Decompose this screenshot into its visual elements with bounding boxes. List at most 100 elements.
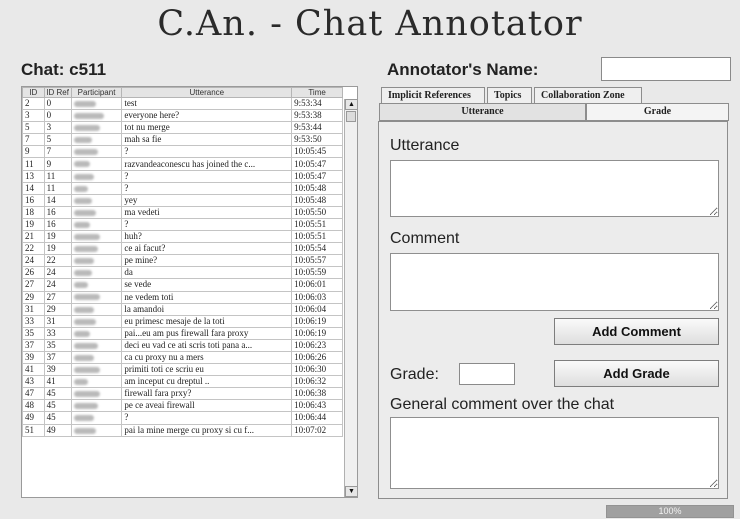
- participant-name-redacted: [73, 427, 96, 434]
- app-title: C.An. - Chat Annotator: [157, 4, 583, 44]
- chat-rows: 2 0 test 9:53:34 3 0 everyone here? 9:53:38 5 3 to…: [22, 96, 343, 437]
- cell-participant: [70, 169, 123, 183]
- cell-id: 14: [22, 181, 45, 195]
- cell-utterance: primiti toti ce scriu eu: [121, 363, 293, 377]
- column-header-utterance[interactable]: Utterance: [121, 87, 293, 98]
- annotation-panel: Utterance Comment Add Comment Grade: Add…: [378, 121, 728, 499]
- table-row[interactable]: 51 49 pai la mine merge cu proxy si cu f..…: [22, 423, 343, 437]
- cell-id: 21: [22, 230, 45, 244]
- chat-grid[interactable]: ID ID Ref Participant Utterance Time 20 t…: [21, 86, 358, 498]
- participant-name-redacted: [73, 367, 100, 374]
- scroll-down-arrow-icon[interactable]: ▼: [345, 486, 357, 497]
- table-row[interactable]: 29 27 ne vedem toti 10:06:03: [22, 290, 343, 304]
- cell-time: 9:53:50: [291, 133, 343, 147]
- cell-id: 39: [22, 350, 45, 365]
- table-row[interactable]: 11 9 razvandeaconescu has joined the c... 1…: [22, 157, 343, 171]
- cell-participant: [70, 145, 123, 159]
- table-row[interactable]: 16 14 yey 10:05:48: [22, 193, 343, 207]
- cell-time: 10:06:01: [291, 278, 343, 292]
- cell-participant: [70, 230, 123, 244]
- participant-name-redacted: [73, 221, 90, 228]
- table-row[interactable]: 31 29 la amandoi 10:06:04: [22, 302, 343, 316]
- cell-utterance: da: [121, 266, 293, 280]
- table-row[interactable]: 48 45 pe ce aveai firewall 10:06:43: [22, 399, 343, 413]
- add-comment-button[interactable]: Add Comment: [554, 318, 719, 345]
- cell-id: 19: [22, 217, 45, 232]
- cell-id-ref: 24: [43, 266, 72, 280]
- participant-name-redacted: [73, 173, 94, 180]
- cell-utterance: eu primesc mesaje de la toti: [121, 314, 293, 328]
- cell-utterance: yey: [121, 193, 293, 207]
- table-row[interactable]: 41 39 primiti toti ce scriu eu 10:06:30: [22, 363, 343, 377]
- cell-id-ref: 0: [43, 96, 72, 111]
- table-row[interactable]: 39 37 ca cu proxy nu a mers 10:06:26: [22, 350, 343, 365]
- cell-utterance: everyone here?: [121, 109, 293, 123]
- cell-id: 47: [22, 387, 45, 401]
- table-row[interactable]: 24 22 pe mine? 10:05:57: [22, 254, 343, 268]
- table-row[interactable]: 19 16? 10:05:51: [22, 217, 343, 232]
- vertical-scrollbar[interactable]: ▲ ▼: [344, 99, 357, 497]
- table-row[interactable]: 43 41 am inceput cu dreptul .. 10:06:32: [22, 375, 343, 389]
- table-row[interactable]: 47 45 firewall fara prxy? 10:06:38: [22, 387, 343, 401]
- grade-input[interactable]: [459, 363, 515, 385]
- cell-participant: [70, 242, 123, 256]
- column-header-id[interactable]: ID: [22, 87, 45, 98]
- cell-utterance: mah sa fie: [121, 133, 293, 147]
- cell-time: 10:06:03: [291, 290, 343, 304]
- cell-id-ref: 14: [43, 193, 72, 207]
- table-row[interactable]: 9 7? 10:05:45: [22, 145, 343, 159]
- cell-time: 10:06:19: [291, 314, 343, 328]
- tab-collaboration-zone[interactable]: Collaboration Zone: [534, 87, 642, 104]
- table-row[interactable]: 7 5 mah sa fie 9:53:50: [22, 133, 343, 147]
- table-row[interactable]: 33 31 eu primesc mesaje de la toti 10:06:19: [22, 314, 343, 328]
- cell-time: 10:05:47: [291, 157, 343, 171]
- cell-participant: [70, 109, 123, 123]
- tab-topics[interactable]: Topics: [487, 87, 532, 104]
- scroll-up-arrow-icon[interactable]: ▲: [345, 99, 357, 110]
- cell-time: 10:06:23: [291, 338, 343, 352]
- cell-time: 10:05:59: [291, 266, 343, 280]
- column-header-participant[interactable]: Participant: [70, 87, 123, 98]
- tab-implicit-references[interactable]: Implicit References: [381, 87, 485, 104]
- table-row[interactable]: 27 24 se vede 10:06:01: [22, 278, 343, 292]
- utterance-textarea[interactable]: [390, 160, 719, 217]
- tab-grade[interactable]: Grade: [586, 103, 729, 121]
- column-header-id-ref[interactable]: ID Ref: [43, 87, 72, 98]
- cell-id: 11: [22, 157, 45, 171]
- cell-id-ref: 9: [43, 157, 72, 171]
- scroll-thumb[interactable]: [346, 111, 356, 122]
- tab-utterance[interactable]: Utterance: [379, 103, 586, 121]
- comment-label: Comment: [390, 230, 460, 247]
- cell-id-ref: 37: [43, 350, 72, 365]
- table-row[interactable]: 2 0 test 9:53:34: [22, 96, 343, 111]
- table-row[interactable]: 18 16 ma vedeti 10:05:50: [22, 205, 343, 219]
- cell-utterance: pai la mine merge cu proxy si cu f...: [121, 423, 293, 437]
- cell-time: 9:53:38: [291, 109, 343, 123]
- column-header-time[interactable]: Time: [291, 87, 343, 98]
- cell-time: 10:05:48: [291, 181, 343, 195]
- table-row[interactable]: 26 24 da 10:05:59: [22, 266, 343, 280]
- annotator-name-input[interactable]: [601, 57, 731, 81]
- table-row[interactable]: 5 3 tot nu merge 9:53:44: [22, 121, 343, 135]
- top-tab-strip: Implicit References Topics Collaboration…: [381, 87, 644, 104]
- cell-participant: [70, 302, 123, 316]
- table-row[interactable]: 37 35 deci eu vad ce ati scris toti pana a…: [22, 338, 343, 352]
- table-row[interactable]: 13 11? 10:05:47: [22, 169, 343, 183]
- general-comment-textarea[interactable]: [390, 417, 719, 489]
- add-grade-button[interactable]: Add Grade: [554, 360, 719, 387]
- cell-time: 10:05:45: [291, 145, 343, 159]
- cell-time: 9:53:34: [291, 96, 343, 111]
- table-row[interactable]: 21 19 huh? 10:05:51: [22, 230, 343, 244]
- cell-id-ref: 19: [43, 242, 72, 256]
- cell-id: 43: [22, 375, 45, 389]
- participant-name-redacted: [73, 149, 98, 156]
- cell-id: 26: [22, 266, 45, 280]
- cell-id: 7: [22, 133, 45, 147]
- cell-time: 10:05:54: [291, 242, 343, 256]
- comment-textarea[interactable]: [390, 253, 719, 311]
- table-row[interactable]: 35 33 pai...eu am pus firewall fara proxy 1…: [22, 326, 343, 340]
- table-row[interactable]: 3 0 everyone here? 9:53:38: [22, 109, 343, 123]
- table-row[interactable]: 14 11? 10:05:48: [22, 181, 343, 195]
- table-row[interactable]: 22 19 ce ai facut? 10:05:54: [22, 242, 343, 256]
- table-row[interactable]: 49 45? 10:06:44: [22, 411, 343, 425]
